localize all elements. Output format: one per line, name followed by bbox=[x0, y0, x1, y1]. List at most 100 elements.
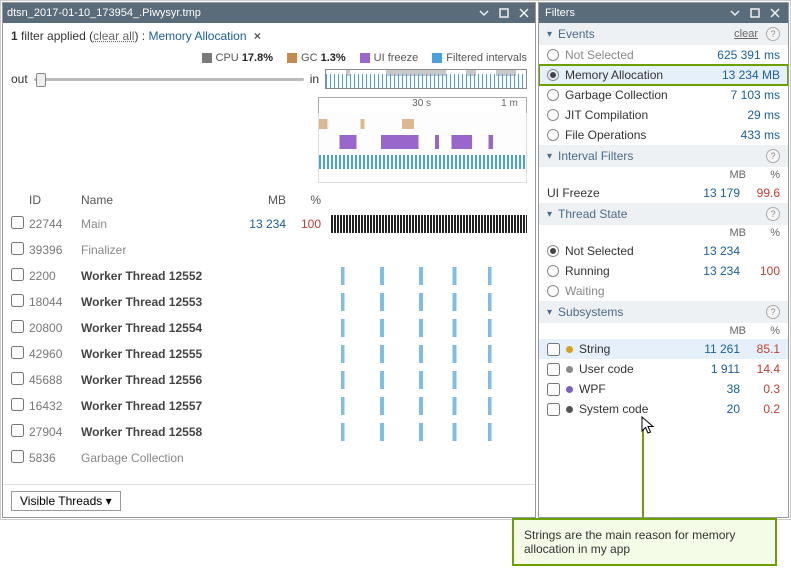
thread-name: Worker Thread 12556 bbox=[81, 373, 231, 387]
subsystem-pct: 0.2 bbox=[746, 402, 780, 416]
event-option[interactable]: File Operations 433 ms bbox=[539, 125, 788, 145]
thread-sparkline bbox=[331, 241, 527, 259]
maximize-icon[interactable] bbox=[748, 6, 762, 20]
section-interval[interactable]: ▾ Interval Filters ? bbox=[539, 145, 788, 167]
event-option[interactable]: Not Selected 625 391 ms bbox=[539, 45, 788, 65]
thread-checkbox[interactable] bbox=[11, 398, 24, 411]
thread-id: 16432 bbox=[29, 399, 81, 413]
zoom-in-label: in bbox=[310, 72, 319, 86]
event-value: 625 391 ms bbox=[717, 48, 780, 62]
subsystem-row[interactable]: String 11 261 85.1 bbox=[539, 339, 788, 359]
section-events[interactable]: ▾ Events clear ? bbox=[539, 23, 788, 45]
interval-row[interactable]: UI Freeze 13 179 99.6 bbox=[539, 183, 788, 203]
clear-all-link[interactable]: clear all bbox=[93, 29, 134, 43]
thread-id: 45688 bbox=[29, 373, 81, 387]
event-radio[interactable] bbox=[547, 89, 559, 101]
timeline-overview[interactable] bbox=[325, 69, 527, 89]
section-subsystems[interactable]: ▾ Subsystems ? bbox=[539, 301, 788, 323]
dropdown-icon[interactable] bbox=[728, 6, 742, 20]
zoom-row: out in bbox=[3, 67, 535, 91]
subsystem-pct: 0.3 bbox=[746, 382, 780, 396]
thread-row[interactable]: 27904 Worker Thread 12558 bbox=[11, 419, 527, 445]
help-icon[interactable]: ? bbox=[766, 207, 780, 221]
event-value: 7 103 ms bbox=[731, 88, 780, 102]
zoom-slider[interactable] bbox=[34, 78, 304, 81]
thread-checkbox[interactable] bbox=[11, 242, 24, 255]
thread-row[interactable]: 42960 Worker Thread 12555 bbox=[11, 341, 527, 367]
event-radio[interactable] bbox=[547, 49, 559, 61]
thread-checkbox[interactable] bbox=[11, 450, 24, 463]
event-value: 433 ms bbox=[741, 128, 780, 142]
thread-name: Worker Thread 12553 bbox=[81, 295, 231, 309]
thread-checkbox[interactable] bbox=[11, 294, 24, 307]
event-label: JIT Compilation bbox=[565, 108, 741, 122]
active-filter-tag[interactable]: Memory Allocation bbox=[148, 29, 246, 43]
clear-events-link[interactable]: clear bbox=[734, 28, 758, 40]
thread-sparkline bbox=[331, 371, 527, 389]
subsystem-label: String bbox=[579, 342, 674, 356]
visible-threads-button[interactable]: Visible Threads ▾ bbox=[11, 491, 121, 511]
interval-pct: 99.6 bbox=[746, 186, 780, 200]
thread-sparkline bbox=[331, 293, 527, 311]
thread-row[interactable]: 2200 Worker Thread 12552 bbox=[11, 263, 527, 289]
help-icon[interactable]: ? bbox=[766, 27, 780, 41]
chevron-down-icon: ▾ bbox=[547, 209, 552, 220]
event-option[interactable]: Memory Allocation 13 234 MB bbox=[539, 65, 788, 85]
section-threadstate[interactable]: ▾ Thread State ? bbox=[539, 203, 788, 225]
subsystem-row[interactable]: WPF 38 0.3 bbox=[539, 379, 788, 399]
maximize-icon[interactable] bbox=[497, 6, 511, 20]
thread-name: Main bbox=[81, 217, 231, 231]
thread-sparkline bbox=[331, 423, 527, 441]
event-option[interactable]: Garbage Collection 7 103 ms bbox=[539, 85, 788, 105]
thread-row[interactable]: 18044 Worker Thread 12553 bbox=[11, 289, 527, 315]
threadstate-option[interactable]: Not Selected 13 234 bbox=[539, 241, 788, 261]
event-label: Not Selected bbox=[565, 48, 711, 62]
thread-row[interactable]: 20800 Worker Thread 12554 bbox=[11, 315, 527, 341]
thread-id: 27904 bbox=[29, 425, 81, 439]
event-radio[interactable] bbox=[547, 129, 559, 141]
thread-row[interactable]: 45688 Worker Thread 12556 bbox=[11, 367, 527, 393]
thread-checkbox[interactable] bbox=[11, 216, 24, 229]
cpu-swatch-icon bbox=[202, 53, 212, 63]
subsystem-row[interactable]: User code 1 911 14.4 bbox=[539, 359, 788, 379]
annotation-callout: Strings are the main reason for memory a… bbox=[512, 518, 777, 566]
remove-filter-icon[interactable]: × bbox=[254, 29, 261, 43]
subsystem-checkbox[interactable] bbox=[547, 363, 560, 376]
event-radio[interactable] bbox=[547, 69, 559, 81]
event-option[interactable]: JIT Compilation 29 ms bbox=[539, 105, 788, 125]
threadstate-option[interactable]: Waiting bbox=[539, 281, 788, 301]
close-icon[interactable] bbox=[517, 6, 531, 20]
threadstate-option[interactable]: Running 13 234 100 bbox=[539, 261, 788, 281]
thread-sparkline bbox=[331, 267, 527, 285]
threadstate-radio[interactable] bbox=[547, 245, 559, 257]
help-icon[interactable]: ? bbox=[766, 149, 780, 163]
thread-checkbox[interactable] bbox=[11, 320, 24, 333]
thread-name: Worker Thread 12554 bbox=[81, 321, 231, 335]
close-icon[interactable] bbox=[768, 6, 782, 20]
dropdown-icon[interactable] bbox=[477, 6, 491, 20]
thread-checkbox[interactable] bbox=[11, 424, 24, 437]
thread-row[interactable]: 22744 Main 13 234 100 bbox=[11, 211, 527, 237]
threadstate-radio[interactable] bbox=[547, 265, 559, 277]
subsystem-checkbox[interactable] bbox=[547, 343, 560, 356]
thread-row[interactable]: 39396 Finalizer bbox=[11, 237, 527, 263]
overview-charts[interactable] bbox=[318, 113, 527, 183]
subsystem-checkbox[interactable] bbox=[547, 403, 560, 416]
thread-id: 2200 bbox=[29, 269, 81, 283]
thread-checkbox[interactable] bbox=[11, 268, 24, 281]
subsystem-checkbox[interactable] bbox=[547, 383, 560, 396]
left-titlebar: dtsn_2017-01-10_173954_.Piwysyr.tmp bbox=[3, 3, 535, 23]
threadstate-mb: 13 234 bbox=[670, 264, 740, 278]
subsystem-row[interactable]: System code 20 0.2 bbox=[539, 399, 788, 419]
help-icon[interactable]: ? bbox=[766, 305, 780, 319]
thread-row[interactable]: 16432 Worker Thread 12557 bbox=[11, 393, 527, 419]
threadstate-radio[interactable] bbox=[547, 285, 559, 297]
threads-list[interactable]: 22744 Main 13 234 100 39396 Finalizer 22… bbox=[3, 211, 535, 484]
thread-checkbox[interactable] bbox=[11, 346, 24, 359]
event-label: File Operations bbox=[565, 128, 735, 142]
thread-sparkline bbox=[331, 319, 527, 337]
event-radio[interactable] bbox=[547, 109, 559, 121]
thread-row[interactable]: 5836 Garbage Collection bbox=[11, 445, 527, 471]
subsystem-mb: 38 bbox=[680, 382, 740, 396]
thread-checkbox[interactable] bbox=[11, 372, 24, 385]
